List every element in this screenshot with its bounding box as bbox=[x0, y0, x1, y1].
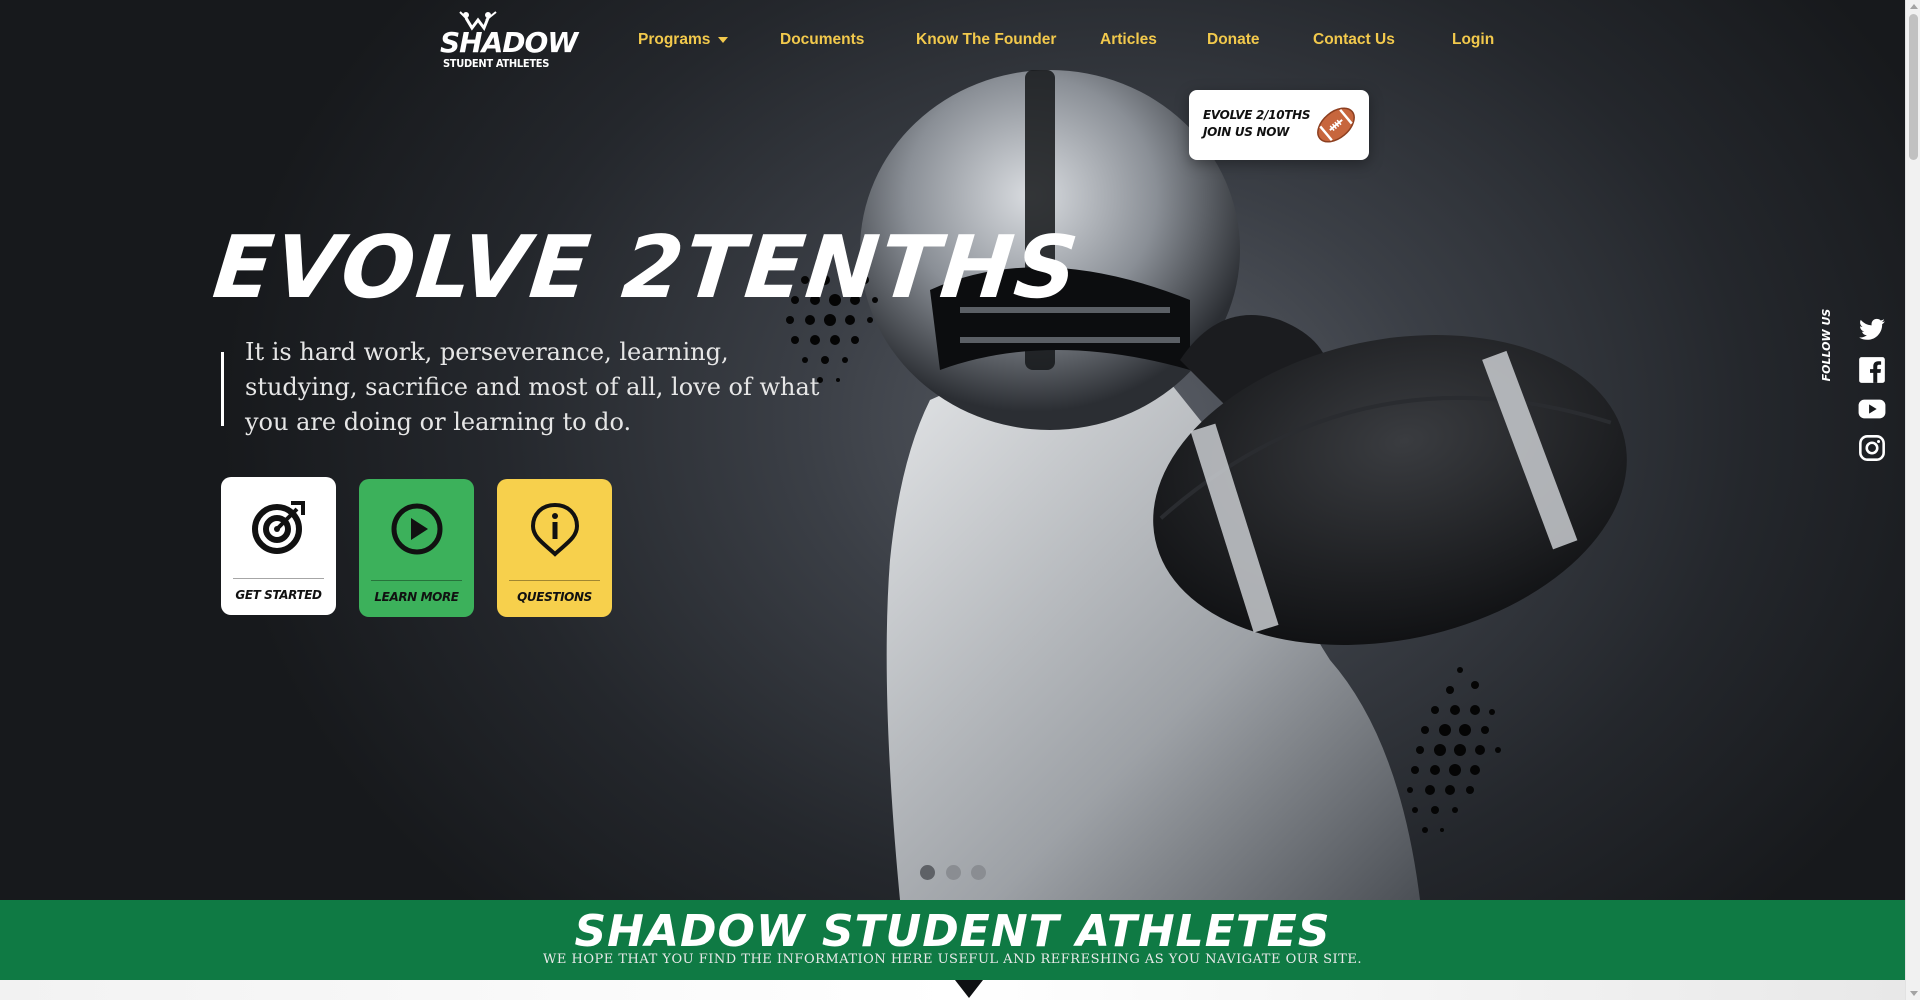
get-started-button[interactable]: GET STARTED bbox=[221, 477, 336, 615]
logo-text-student-athletes: STUDENT ATHLETES bbox=[442, 57, 550, 70]
band-subtitle: WE HOPE THAT YOU FIND THE INFORMATION HE… bbox=[543, 952, 1362, 967]
menu-programs-label: Programs bbox=[638, 31, 711, 48]
learn-more-label: LEARN MORE bbox=[374, 590, 459, 604]
play-icon bbox=[391, 503, 443, 555]
page-scrollbar[interactable] bbox=[1905, 0, 1920, 1000]
learn-more-button[interactable]: LEARN MORE bbox=[359, 479, 474, 617]
site-logo[interactable]: SHADOW STUDENT ATHLETES bbox=[440, 10, 578, 72]
section-arrow-icon bbox=[955, 980, 983, 998]
band-title: SHADOW STUDENT ATHLETES bbox=[574, 906, 1331, 957]
hero-headline: EVOLVE 2TENTHS bbox=[208, 218, 1085, 318]
hero-section: EVOLVE 2TENTHS It is hard work, persever… bbox=[0, 0, 1905, 900]
next-section-preview bbox=[0, 980, 1905, 1000]
menu-donate[interactable]: Donate bbox=[1207, 28, 1260, 52]
scroll-up-icon[interactable] bbox=[1910, 4, 1918, 9]
menu-documents[interactable]: Documents bbox=[780, 28, 864, 52]
menu-articles[interactable]: Articles bbox=[1100, 28, 1157, 52]
target-icon bbox=[252, 501, 305, 554]
chevron-down-icon bbox=[718, 36, 729, 43]
slider-dot-2[interactable] bbox=[946, 865, 961, 880]
slider-dot-3[interactable] bbox=[971, 865, 986, 880]
badge-line-1: EVOLVE 2/10THS bbox=[1203, 108, 1311, 122]
quote-bar bbox=[221, 352, 224, 426]
follow-us-label: FOLLOW US bbox=[1820, 308, 1833, 382]
logo-text-shadow: SHADOW bbox=[440, 26, 578, 59]
football-icon bbox=[1317, 107, 1355, 143]
questions-label: QUESTIONS bbox=[517, 590, 592, 604]
twitter-icon[interactable] bbox=[1858, 316, 1886, 344]
youtube-icon[interactable] bbox=[1858, 395, 1886, 423]
card-divider bbox=[371, 580, 462, 581]
menu-login[interactable]: Login bbox=[1452, 28, 1494, 52]
top-navigation: SHADOW STUDENT ATHLETES Programs Documen… bbox=[0, 0, 1905, 80]
slider-dot-1[interactable] bbox=[920, 865, 935, 880]
menu-programs[interactable]: Programs bbox=[638, 28, 729, 52]
scrollbar-thumb[interactable] bbox=[1909, 14, 1918, 160]
menu-contact-us[interactable]: Contact Us bbox=[1313, 28, 1395, 52]
intro-band: SHADOW STUDENT ATHLETES WE HOPE THAT YOU… bbox=[0, 900, 1905, 980]
get-started-label: GET STARTED bbox=[235, 588, 322, 602]
hero-quote: It is hard work, perseverance, learning,… bbox=[245, 338, 820, 436]
instagram-icon[interactable] bbox=[1858, 434, 1886, 462]
football-player-image bbox=[860, 70, 1627, 900]
menu-know-the-founder[interactable]: Know The Founder bbox=[916, 28, 1056, 52]
questions-button[interactable]: QUESTIONS bbox=[497, 479, 612, 617]
facebook-icon[interactable] bbox=[1858, 356, 1886, 384]
halftone-decoration bbox=[1407, 667, 1501, 833]
badge-line-2: JOIN US NOW bbox=[1203, 125, 1290, 139]
evolve-join-badge[interactable]: EVOLVE 2/10THS JOIN US NOW bbox=[1189, 90, 1369, 160]
card-divider bbox=[509, 580, 600, 581]
info-pin-icon bbox=[530, 502, 580, 557]
scroll-down-icon[interactable] bbox=[1910, 991, 1918, 996]
card-divider bbox=[233, 578, 324, 579]
